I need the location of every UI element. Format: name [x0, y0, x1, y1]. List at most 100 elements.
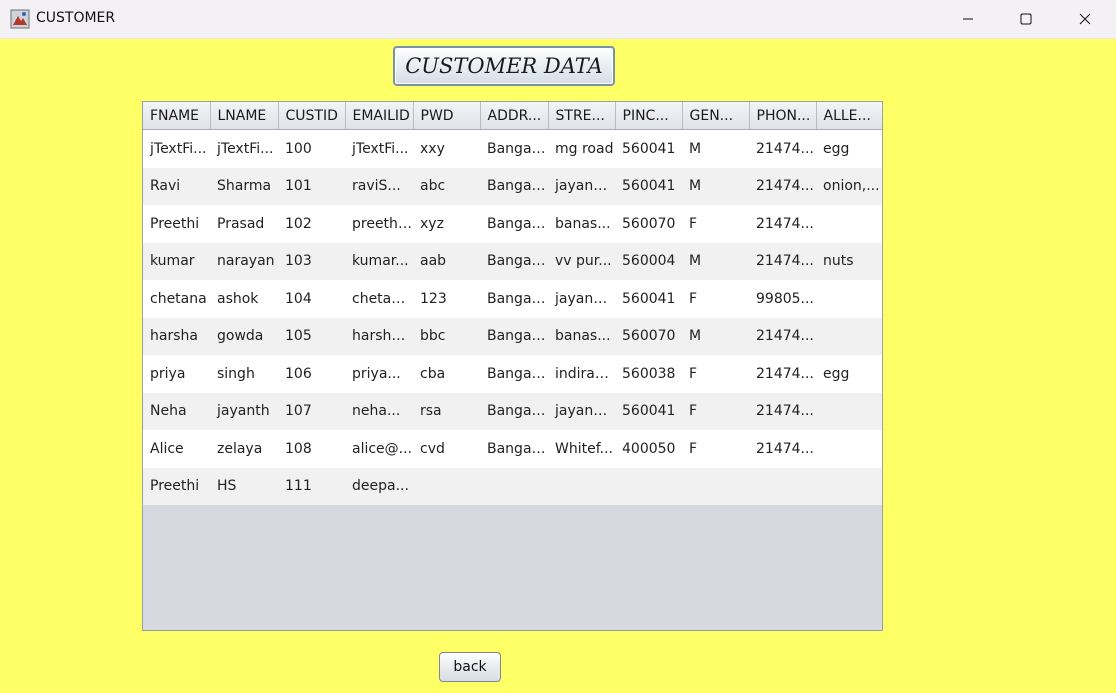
table-cell-fname[interactable]: kumar [143, 242, 210, 280]
column-header-fname[interactable]: FNAME [143, 102, 211, 130]
table-cell-allergy[interactable]: nuts [816, 242, 882, 280]
table-cell-pincode[interactable]: 560004 [615, 242, 682, 280]
table-cell-fname[interactable]: chetana [143, 280, 210, 318]
minimize-button[interactable] [939, 0, 997, 38]
table-cell-pincode[interactable]: 560041 [615, 167, 682, 205]
table-cell-fname[interactable]: Ravi [143, 167, 210, 205]
table-cell-lname[interactable]: jayanth [210, 392, 278, 430]
table-row[interactable]: kumar narayan 103 kumar... aab Bangal... vv pu… [143, 242, 882, 280]
table-cell-pincode[interactable]: 560070 [615, 317, 682, 355]
table-cell-lname[interactable]: HS [210, 467, 278, 505]
table-cell-allergy[interactable]: onion,... [816, 167, 882, 205]
table-cell-lname[interactable]: singh [210, 355, 278, 393]
table-cell-address[interactable]: Bangal... [480, 167, 548, 205]
table-cell-gender[interactable]: F [682, 355, 749, 393]
table-cell-street[interactable]: banas... [548, 205, 615, 243]
table-cell-fname[interactable]: Preethi [143, 205, 210, 243]
table-cell-custid[interactable]: 104 [278, 280, 345, 318]
table-cell-custid[interactable]: 111 [278, 467, 345, 505]
table-cell-fname[interactable]: priya [143, 355, 210, 393]
table-cell-pwd[interactable]: bbc [413, 317, 480, 355]
table-cell-fname[interactable]: harsha [143, 317, 210, 355]
table-cell-emailid[interactable]: jTextFi... [345, 129, 413, 168]
table-cell-pwd[interactable]: rsa [413, 392, 480, 430]
table-cell-lname[interactable]: jTextFi... [210, 129, 278, 168]
table-cell-custid[interactable]: 100 [278, 129, 345, 168]
table-cell-custid[interactable]: 103 [278, 242, 345, 280]
table-cell-gender[interactable]: F [682, 280, 749, 318]
table-cell-gender[interactable]: F [682, 205, 749, 243]
table-cell-emailid[interactable]: harsha... [345, 317, 413, 355]
table-cell-gender[interactable]: M [682, 317, 749, 355]
table-cell-emailid[interactable]: deepa... [345, 467, 413, 505]
column-header-gender[interactable]: GEN... [682, 102, 750, 130]
table-cell-street[interactable]: jayana... [548, 392, 615, 430]
table-cell-fname[interactable]: jTextFi... [143, 129, 210, 168]
column-header-street[interactable]: STRE... [548, 102, 616, 130]
table-cell-gender[interactable] [682, 467, 749, 505]
column-header-phone[interactable]: PHON... [749, 102, 817, 130]
table-cell-custid[interactable]: 108 [278, 430, 345, 468]
table-cell-pwd[interactable]: cvd [413, 430, 480, 468]
table-row[interactable]: Alice zelaya 108 alice@... cvd Bangal... White… [143, 430, 882, 468]
back-button[interactable]: back [439, 652, 501, 682]
table-cell-fname[interactable]: Alice [143, 430, 210, 468]
table-cell-address[interactable]: Bangal... [480, 242, 548, 280]
customer-data-heading-button[interactable]: CUSTOMER DATA [393, 46, 615, 86]
table-cell-pwd[interactable]: 123 [413, 280, 480, 318]
table-cell-pwd[interactable]: xxy [413, 129, 480, 168]
table-cell-lname[interactable]: Sharma [210, 167, 278, 205]
table-cell-street[interactable]: mg road [548, 129, 615, 168]
table-cell-custid[interactable]: 105 [278, 317, 345, 355]
table-cell-emailid[interactable]: preethi... [345, 205, 413, 243]
table-cell-pincode[interactable]: 560070 [615, 205, 682, 243]
table-row[interactable]: chetana ashok 104 chetan... 123 Bangal... jaya… [143, 280, 882, 318]
table-cell-address[interactable]: Bangal... [480, 355, 548, 393]
table-cell-gender[interactable]: F [682, 392, 749, 430]
table-cell-lname[interactable]: narayan [210, 242, 278, 280]
table-cell-custid[interactable]: 101 [278, 167, 345, 205]
table-row[interactable]: Ravi Sharma 101 raviS... abc Bangal... jayana.… [143, 167, 882, 205]
column-header-address[interactable]: ADDR... [480, 102, 549, 130]
table-cell-allergy[interactable]: egg [816, 129, 882, 168]
table-row[interactable]: priya singh 106 priya... cba Bangal... indiran… [143, 355, 882, 393]
table-cell-phone[interactable]: 21474... [749, 167, 816, 205]
table-cell-lname[interactable]: ashok [210, 280, 278, 318]
table-cell-address[interactable]: Bangal... [480, 205, 548, 243]
table-cell-allergy[interactable] [816, 467, 882, 505]
column-header-lname[interactable]: LNAME [210, 102, 279, 130]
table-cell-lname[interactable]: Prasad [210, 205, 278, 243]
table-cell-address[interactable]: Bangal... [480, 430, 548, 468]
table-cell-address[interactable] [480, 467, 548, 505]
table-cell-pwd[interactable] [413, 467, 480, 505]
table-cell-emailid[interactable]: chetan... [345, 280, 413, 318]
table-cell-street[interactable]: vv pur... [548, 242, 615, 280]
table-cell-lname[interactable]: zelaya [210, 430, 278, 468]
maximize-button[interactable] [997, 0, 1055, 38]
table-cell-street[interactable]: jayana... [548, 280, 615, 318]
table-cell-phone[interactable]: 21474... [749, 392, 816, 430]
table-cell-allergy[interactable] [816, 205, 882, 243]
table-cell-fname[interactable]: Neha [143, 392, 210, 430]
table-cell-pwd[interactable]: abc [413, 167, 480, 205]
table-cell-gender[interactable]: M [682, 167, 749, 205]
table-cell-emailid[interactable]: kumar... [345, 242, 413, 280]
table-cell-pwd[interactable]: aab [413, 242, 480, 280]
table-cell-phone[interactable]: 99805... [749, 280, 816, 318]
table-cell-custid[interactable]: 106 [278, 355, 345, 393]
table-cell-pwd[interactable]: cba [413, 355, 480, 393]
column-header-pincode[interactable]: PINC... [615, 102, 683, 130]
table-cell-custid[interactable]: 107 [278, 392, 345, 430]
table-cell-street[interactable] [548, 467, 615, 505]
column-header-emailid[interactable]: EMAILID [345, 102, 414, 130]
table-cell-pincode[interactable]: 560038 [615, 355, 682, 393]
table-cell-allergy[interactable] [816, 280, 882, 318]
table-cell-allergy[interactable] [816, 317, 882, 355]
table-cell-lname[interactable]: gowda [210, 317, 278, 355]
table-cell-pwd[interactable]: xyz [413, 205, 480, 243]
table-row[interactable]: harsha gowda 105 harsha... bbc Bangal... bana… [143, 317, 882, 355]
close-button[interactable] [1056, 0, 1114, 38]
table-cell-address[interactable]: Bangal... [480, 280, 548, 318]
table-cell-allergy[interactable] [816, 392, 882, 430]
table-cell-emailid[interactable]: priya... [345, 355, 413, 393]
